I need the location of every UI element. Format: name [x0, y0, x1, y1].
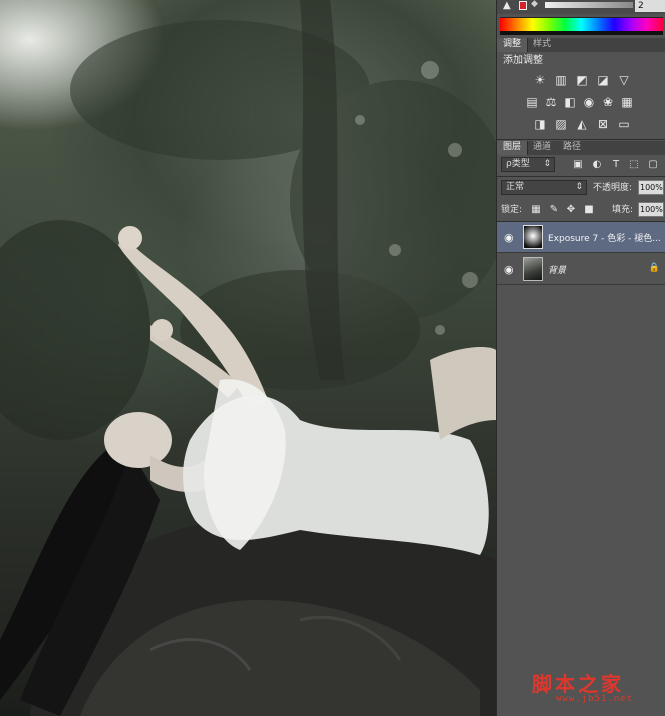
lock-all-icon[interactable]: ■: [584, 205, 594, 215]
color-value-field[interactable]: 2: [635, 0, 665, 12]
adjust-tabbar: 调整 样式: [497, 38, 665, 52]
hue-saturation-icon[interactable]: ▤: [525, 95, 539, 109]
adjust-icons-row3: ◨ ▨ ◭ ⊠ ▭: [533, 117, 631, 131]
exposure-icon[interactable]: ◪: [596, 73, 610, 87]
color-balance-icon[interactable]: ⚖: [544, 95, 558, 109]
layer-thumbnail[interactable]: [523, 257, 543, 281]
smart-filter-icon[interactable]: ▢: [648, 160, 658, 170]
tab-paths[interactable]: 路径: [557, 141, 587, 155]
adjust-icons-row1: ☀ ▥ ◩ ◪ ▽: [533, 73, 631, 87]
layer-row-exposure[interactable]: ◉ Exposure 7 - 色彩 - 褪色...: [497, 222, 665, 253]
photo-canvas[interactable]: [0, 0, 496, 716]
spectrum-shade: [500, 31, 663, 35]
watermark-logo: 脚本之家: [532, 672, 624, 696]
tab-channels[interactable]: 通道: [527, 141, 557, 155]
watermark-url: www.jb51.net: [556, 694, 634, 704]
adjustment-filter-icon[interactable]: ◐: [592, 160, 602, 170]
selective-color-icon[interactable]: ⊠: [596, 117, 610, 131]
tab-layers[interactable]: 图层: [497, 141, 529, 155]
color-lookup-icon[interactable]: ▦: [620, 95, 634, 109]
color-slider[interactable]: [545, 2, 633, 8]
pixel-filter-icon[interactable]: ▣: [573, 160, 583, 170]
divider: [497, 139, 665, 140]
photo-filter-icon[interactable]: ◉: [582, 95, 596, 109]
curves-icon[interactable]: ◩: [575, 73, 589, 87]
divider: [497, 176, 665, 177]
photo-illustration: [0, 0, 496, 716]
tab-styles[interactable]: 样式: [527, 38, 557, 52]
blend-mode-select[interactable]: 正常 ⇕: [501, 180, 587, 195]
vibrance-icon[interactable]: ▽: [617, 73, 631, 87]
lock-transparent-icon[interactable]: ▦: [531, 205, 541, 215]
color-spectrum[interactable]: [500, 17, 663, 31]
gamut-icon: ◆: [531, 0, 538, 9]
lock-icon: 🔒: [648, 263, 660, 273]
lock-move-icon[interactable]: ✥: [566, 205, 576, 215]
warning-icon[interactable]: ▲: [503, 0, 511, 11]
layer-name[interactable]: 背景: [548, 263, 566, 276]
layer-row-background[interactable]: ◉ 背景 🔒: [497, 254, 665, 285]
adjust-title: 添加调整: [503, 55, 543, 66]
type-filter-icon[interactable]: T: [611, 160, 621, 170]
opacity-field[interactable]: 100%: [638, 180, 664, 195]
opacity-label: 不透明度:: [593, 183, 633, 193]
color-strip: ▲ ◆ 2: [497, 0, 665, 14]
tab-adjustments[interactable]: 调整: [497, 38, 529, 52]
fill-field[interactable]: 100%: [638, 202, 664, 217]
layer-mask-thumbnail[interactable]: [523, 225, 543, 249]
levels-icon[interactable]: ▥: [554, 73, 568, 87]
foreground-swatch[interactable]: [519, 1, 527, 10]
shape-filter-icon[interactable]: ⬚: [629, 160, 639, 170]
updown-icon: ⇕: [575, 182, 583, 192]
layers-tabbar: 图层 通道 路径: [497, 141, 665, 155]
invert-icon[interactable]: ◨: [533, 117, 547, 131]
layer-filter-select[interactable]: ρ类型 ⇕: [501, 157, 555, 172]
layer-name[interactable]: Exposure 7 - 色彩 - 褪色...: [548, 231, 661, 244]
fill-label: 填充:: [612, 205, 634, 215]
threshold-icon[interactable]: ◭: [575, 117, 589, 131]
eye-icon[interactable]: ◉: [504, 231, 514, 244]
channel-mixer-icon[interactable]: ❀: [601, 95, 615, 109]
filter-label: ρ类型: [506, 159, 530, 169]
brightness-icon[interactable]: ☀: [533, 73, 547, 87]
lock-brush-icon[interactable]: ✎: [549, 205, 559, 215]
lock-label: 锁定:: [501, 205, 523, 215]
black-white-icon[interactable]: ◧: [563, 95, 577, 109]
gradient-map-icon[interactable]: ▭: [617, 117, 631, 131]
eye-icon[interactable]: ◉: [504, 263, 514, 276]
adjust-icons-row2: ▤ ⚖ ◧ ◉ ❀ ▦: [525, 95, 634, 109]
right-panel: ▲ ◆ 2 调整 样式 添加调整 ☀ ▥ ◩ ◪ ▽ ▤ ⚖ ◧ ◉ ❀ ▦ ◨…: [496, 0, 665, 716]
posterize-icon[interactable]: ▨: [554, 117, 568, 131]
blend-mode-value: 正常: [506, 182, 525, 192]
updown-icon: ⇕: [543, 159, 551, 169]
